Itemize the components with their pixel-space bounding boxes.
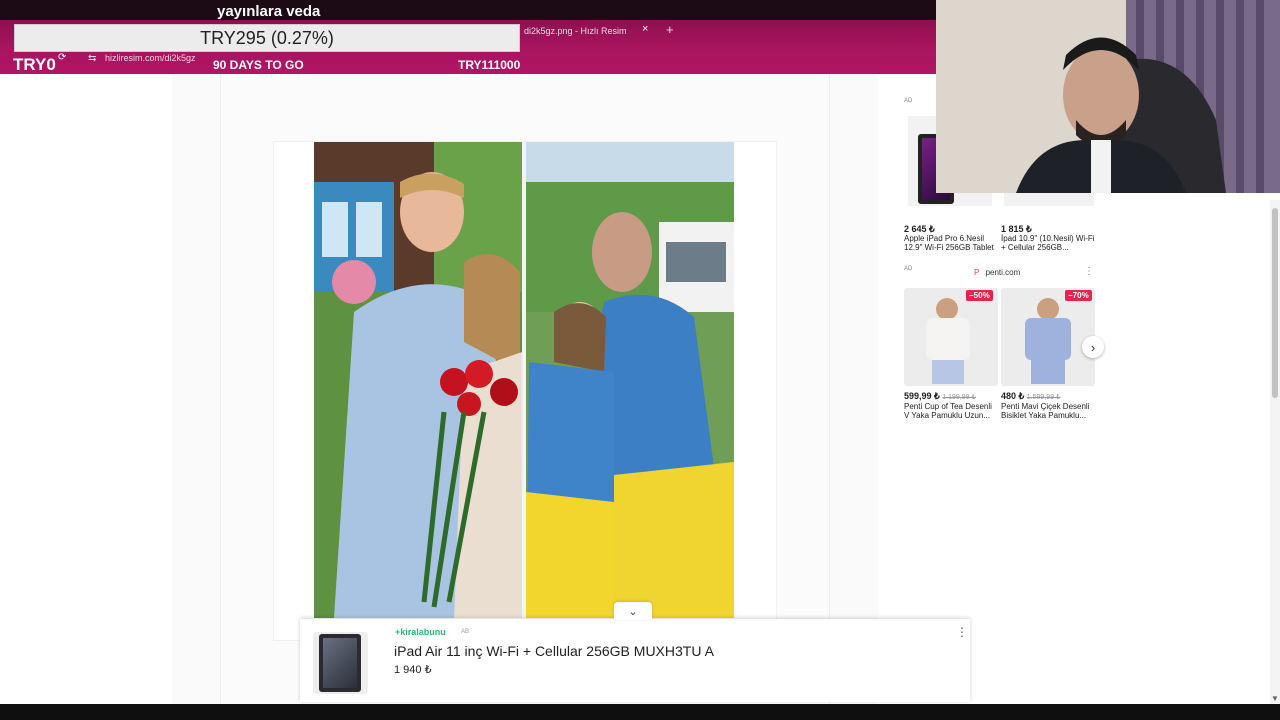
scrollbar-thumb[interactable]	[1272, 208, 1278, 398]
carousel-next-icon[interactable]: ›	[1082, 336, 1104, 358]
donation-counter: TRY0	[13, 55, 56, 74]
bottom-ad-menu-icon[interactable]: ⋮	[956, 625, 968, 639]
donation-goal: TRY111000	[458, 58, 521, 72]
discount-badge-1: −50%	[966, 290, 993, 301]
penti-product-2-old-price: 1.599,99 ₺	[1026, 394, 1061, 401]
refresh-icon: ⟳	[58, 52, 67, 63]
ad-label: AD	[904, 98, 913, 104]
kebab-menu-icon[interactable]: ⋮	[1084, 266, 1094, 277]
penti-product-2-image[interactable]	[1001, 288, 1095, 386]
advertiser-logo-icon: P	[974, 268, 980, 277]
ad-label: AD	[904, 266, 913, 272]
penti-product-1-old-price: 1.199,99 ₺	[942, 394, 976, 401]
page-gutter-left	[172, 74, 220, 704]
donation-progress: TRY295 (0.27%)	[14, 24, 520, 52]
taskbar-strip	[0, 704, 1280, 720]
site-settings-icon[interactable]: ⇆	[88, 53, 96, 64]
days-to-go: 90 DAYS TO GO	[213, 58, 304, 72]
browser-tab[interactable]: di2k5gz.png - Hızlı Resim ×	[520, 22, 658, 40]
donation-text: TRY295 (0.27%)	[200, 27, 334, 48]
ad-product-1-name: Apple iPad Pro 6.Nesil 12.9" Wi-Fi 256GB…	[904, 234, 994, 252]
ad-product-2[interactable]: 1 815 ₺ İpad 10.9" (10.Nesil) Wi-Fi + Ce…	[1001, 224, 1095, 253]
stream-title: yayınlara veda	[217, 3, 321, 20]
penti-product-2[interactable]: 480 ₺ 1.599,99 ₺ Penti Mavi Çiçek Desenl…	[1001, 391, 1095, 421]
penti-product-1[interactable]: 599,99 ₺ 1.199,99 ₺ Penti Cup of Tea Des…	[904, 391, 998, 421]
penti-product-2-price: 480 ₺	[1001, 391, 1025, 401]
address-bar[interactable]: hizliresim.com/di2k5gz	[105, 53, 196, 63]
webcam-feed	[936, 0, 1280, 193]
webcam-overlay	[936, 0, 1280, 193]
penti-product-1-price: 599,99 ₺	[904, 391, 940, 401]
photo-illustration	[314, 142, 734, 618]
ad-product-1[interactable]: 2 645 ₺ Apple iPad Pro 6.Nesil 12.9" Wi-…	[904, 224, 998, 253]
bottom-ad-label: AB	[461, 629, 470, 635]
penti-product-1-name: Penti Cup of Tea Desenli V Yaka Pamuklu …	[904, 402, 992, 420]
penti-product-1-image[interactable]	[904, 288, 998, 386]
bottom-ad-brand: +kiralabunu	[395, 627, 446, 637]
ad-product-2-price: 1 815 ₺	[1001, 224, 1032, 234]
screen: yayınlara veda TRY295 (0.27%) di2k5gz.pn…	[0, 0, 1280, 720]
bottom-ad-price: 1 940 ₺	[394, 664, 432, 676]
uploaded-image[interactable]	[314, 142, 734, 618]
advertiser-name: penti.com	[985, 268, 1021, 277]
penti-product-2-name: Penti Mavi Çiçek Desenli Bisiklet Yaka P…	[1001, 402, 1090, 420]
tab-title: di2k5gz.png - Hızlı Resim	[524, 26, 627, 36]
page-gutter-right	[830, 74, 878, 704]
collapse-ad-button[interactable]: ⌄	[614, 602, 652, 620]
new-tab-button[interactable]: +	[666, 22, 674, 37]
bottom-ad-title[interactable]: iPad Air 11 inç Wi-Fi + Cellular 256GB M…	[394, 643, 714, 659]
ad-product-2-name: İpad 10.9" (10.Nesil) Wi-Fi + Cellular 2…	[1001, 234, 1095, 252]
ipad-air-image[interactable]	[313, 632, 368, 694]
tab-close-icon[interactable]: ×	[642, 23, 648, 35]
ad-block-penti[interactable]: AD P penti.com ⋮ −50% −70% 599,99 ₺ 1.19…	[900, 264, 1098, 426]
scroll-down-icon[interactable]: ▼	[1271, 694, 1279, 703]
ad-product-1-price: 2 645 ₺	[904, 224, 935, 234]
advertiser[interactable]: P penti.com	[974, 268, 1020, 277]
discount-badge-2: −70%	[1065, 290, 1092, 301]
